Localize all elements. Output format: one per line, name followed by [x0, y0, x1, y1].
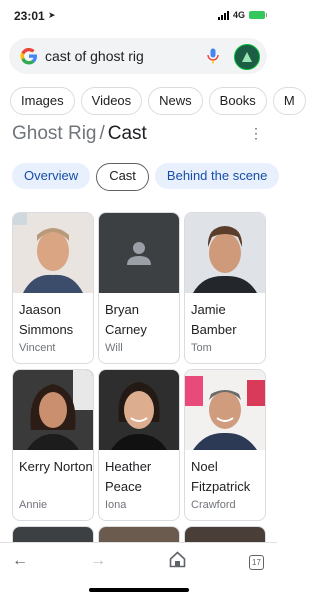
cast-photo — [13, 213, 93, 293]
tab-overview[interactable]: Overview — [12, 163, 91, 189]
cast-name: Jaason Simmons — [19, 302, 74, 337]
tab-switcher-button[interactable]: 17 — [249, 555, 264, 570]
chip-videos[interactable]: Videos — [80, 87, 143, 115]
cast-photo-placeholder — [99, 213, 179, 293]
google-logo-icon — [20, 47, 37, 65]
cast-name: Noel Fitzpatrick — [191, 459, 251, 494]
microphone-icon[interactable] — [207, 48, 219, 64]
cast-name: Jamie Bamber — [191, 302, 237, 337]
back-arrow-icon[interactable]: ← — [12, 552, 28, 570]
cast-name: Heather Peace — [105, 459, 152, 494]
cast-name: Kerry Norton — [19, 459, 93, 474]
signal-icon — [217, 10, 229, 20]
search-input[interactable]: cast of ghost rig — [45, 48, 144, 64]
cast-card[interactable]: Jamie Bamber Tom — [184, 212, 266, 364]
chip-images[interactable]: Images — [10, 87, 75, 115]
cast-role: Iona — [105, 499, 127, 511]
cast-name: Bryan Carney — [105, 302, 147, 337]
cast-card[interactable]: Bryan Carney Will — [98, 212, 180, 364]
location-icon: ➤ — [48, 10, 56, 20]
cast-photo — [13, 370, 93, 450]
cast-role: Tom — [191, 342, 212, 354]
cast-role: Will — [105, 342, 123, 354]
forward-arrow-icon[interactable]: → — [90, 552, 106, 570]
avatar-icon — [242, 52, 252, 62]
cast-photo — [185, 370, 265, 450]
browser-toolbar: ← → 17 — [0, 542, 277, 601]
search-filter-chips: Images Videos News Books M — [10, 87, 306, 115]
network-label: 4G — [232, 10, 245, 20]
cast-photo — [185, 213, 265, 293]
battery-icon — [249, 11, 267, 19]
cast-card[interactable]: Jaason Simmons Vincent — [12, 212, 94, 364]
home-icon[interactable] — [169, 551, 186, 568]
topic-tabs: Overview Cast Behind the scene — [12, 163, 280, 191]
home-indicator — [89, 588, 189, 592]
cast-card[interactable]: Noel Fitzpatrick Crawford — [184, 369, 266, 521]
title-current: Cast — [107, 123, 147, 144]
chip-books[interactable]: Books — [208, 87, 267, 115]
title-separator: / — [99, 123, 105, 144]
cast-role: Vincent — [19, 342, 56, 354]
person-icon — [127, 242, 151, 265]
clock: 23:01 — [14, 9, 45, 23]
cast-role: Annie — [19, 499, 48, 511]
search-bar[interactable]: cast of ghost rig — [9, 38, 267, 74]
more-options-icon[interactable]: ⋮ — [249, 126, 263, 140]
status-bar: 23:01 ➤ 4G — [0, 0, 277, 34]
tab-behind-the-scenes[interactable]: Behind the scene — [154, 163, 280, 189]
chip-more[interactable]: M — [272, 87, 306, 115]
chip-news[interactable]: News — [148, 87, 203, 115]
account-avatar[interactable] — [234, 44, 260, 70]
title-movie[interactable]: Ghost Rig — [12, 123, 96, 144]
cast-card[interactable]: Heather Peace Iona — [98, 369, 180, 521]
cast-photo — [99, 370, 179, 450]
page-title: Ghost Rig / Cast — [12, 123, 147, 145]
tab-cast[interactable]: Cast — [96, 163, 149, 191]
cast-role: Crawford — [191, 499, 236, 511]
cast-card[interactable]: Kerry Norton Annie — [12, 369, 94, 521]
